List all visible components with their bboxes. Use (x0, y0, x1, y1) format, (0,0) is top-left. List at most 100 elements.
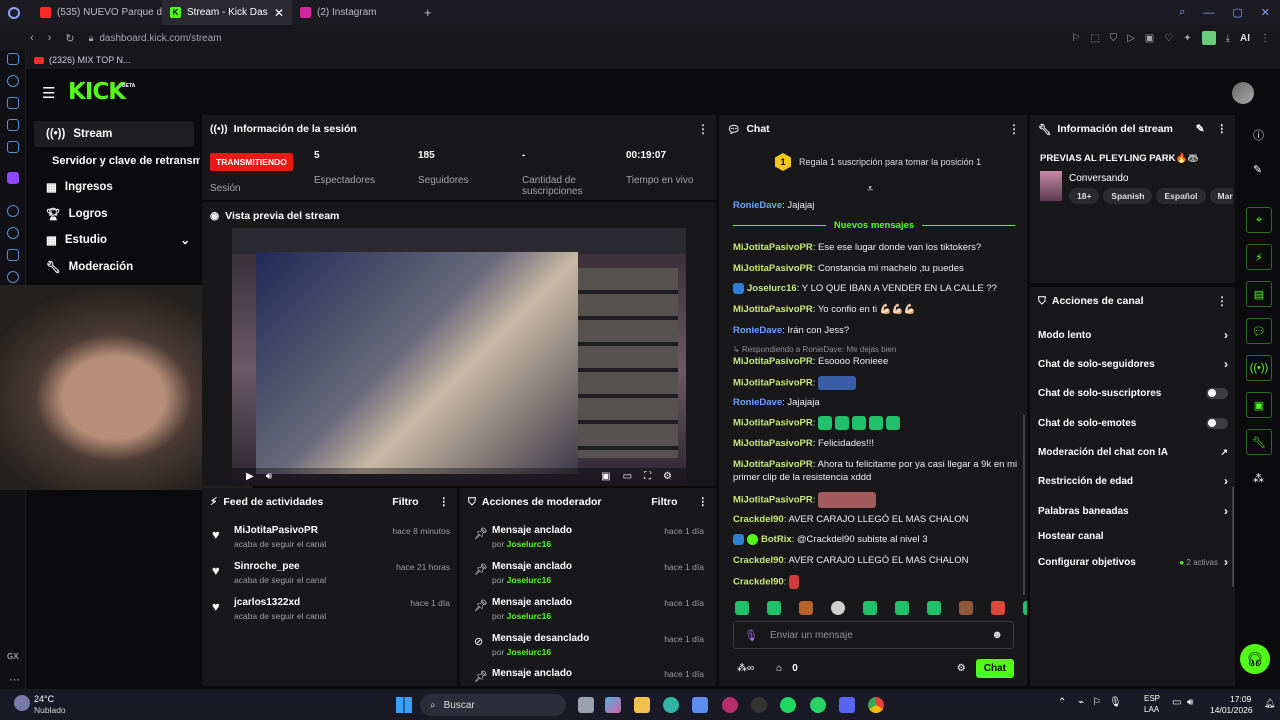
info-icon[interactable]: ⓘ (1253, 127, 1264, 143)
search-tabs-icon[interactable]: ⌕ (1179, 6, 1185, 19)
tab-youtube[interactable]: (535) NUEVO Parque de D (32, 0, 162, 25)
reload-icon[interactable]: ↻ (65, 32, 74, 45)
forward-icon[interactable]: › (48, 32, 52, 44)
action-age-restriction[interactable]: Restricción de edad › (1038, 468, 1228, 494)
tray-chevron-icon[interactable]: ⌃ (1058, 697, 1066, 708)
emote-icon[interactable] (863, 601, 877, 615)
action-followers-only[interactable]: Chat de solo-seguidores › (1038, 351, 1228, 377)
emote-icon[interactable] (799, 601, 813, 615)
extensions-icon[interactable]: ✦ (1183, 33, 1191, 44)
tag-pill[interactable]: 18+ (1069, 188, 1100, 204)
mail-icon[interactable] (7, 141, 19, 153)
clock-time[interactable]: 17:09 (1230, 694, 1251, 704)
shield-icon[interactable]: ⛉ (1110, 33, 1118, 44)
download-icon[interactable]: ⤓ (1226, 33, 1230, 44)
action-ai-moderation[interactable]: Moderación del chat con IA ↗ (1038, 439, 1228, 465)
edge-icon[interactable] (663, 697, 679, 713)
play-icon[interactable]: ▶ (246, 471, 254, 482)
close-window-icon[interactable]: ✕ (1261, 6, 1270, 19)
pencil-icon[interactable]: ✎ (1253, 163, 1262, 176)
chat-menu-icon[interactable]: ⋮ (1008, 122, 1020, 136)
profile-avatar[interactable] (1201, 31, 1216, 45)
whatsapp-icon[interactable] (810, 697, 826, 713)
notes-button[interactable]: ▤ (1246, 281, 1272, 307)
user-avatar[interactable] (1232, 82, 1254, 104)
new-tab-icon[interactable]: + (424, 5, 432, 20)
emote-icon[interactable] (1023, 601, 1027, 615)
bolt-button[interactable]: ⚡︎ (1246, 244, 1272, 270)
stream-info-menu-icon[interactable]: ⋮ (1217, 123, 1228, 135)
action-emotes-only[interactable]: Chat de solo-emotes (1038, 410, 1228, 436)
copilot-icon[interactable] (605, 697, 621, 713)
back-icon[interactable]: ‹ (30, 32, 34, 44)
tag-pill[interactable]: Marcel (1209, 188, 1233, 204)
spotify-icon[interactable] (780, 697, 796, 713)
bookmark-mix[interactable]: (2326) MIX TOP N... (49, 55, 131, 65)
language-code[interactable]: ESP (1144, 694, 1160, 703)
tools-button[interactable]: 🔧︎ (1246, 429, 1272, 455)
microphone-icon[interactable]: 🎙︎ (744, 629, 758, 642)
bag-icon[interactable] (7, 97, 19, 109)
feed-menu-icon[interactable]: ⋮ (439, 496, 450, 508)
play-circle-icon[interactable] (7, 205, 19, 217)
steam-icon[interactable] (751, 697, 767, 713)
action-configure-goals[interactable]: Configurar objetivos ● 2 activas › (1038, 549, 1228, 575)
sidebar-item-logros[interactable]: 🏆︎ Logros (34, 201, 194, 227)
fullscreen-icon[interactable]: ⛶ (644, 471, 651, 482)
screenshot-icon[interactable]: ⬚ (1090, 33, 1099, 44)
channel-actions-menu-icon[interactable]: ⋮ (1216, 294, 1228, 308)
collapse-icon[interactable]: ⩡ (867, 183, 873, 196)
broadcast-button[interactable]: ((•)) (1246, 355, 1272, 381)
clip-button[interactable]: ⌖ (1246, 207, 1272, 233)
tag-pill[interactable]: Español (1156, 188, 1206, 204)
file-explorer-icon[interactable] (634, 697, 650, 713)
mod-menu-icon[interactable]: ⋮ (698, 496, 709, 508)
emote-icon[interactable] (895, 601, 909, 615)
clock-date[interactable]: 14/01/2026 (1210, 705, 1253, 715)
clock-icon[interactable] (7, 227, 19, 239)
chat-input[interactable]: 🎙︎ Enviar un mensaje ☻ (733, 621, 1014, 649)
start-icon[interactable] (396, 697, 412, 713)
kick-logo[interactable]: KICK (68, 79, 126, 105)
session-menu-icon[interactable]: ⋮ (697, 122, 709, 136)
action-subscribers-only[interactable]: Chat de solo-suscriptores (1038, 380, 1228, 406)
emote-icon[interactable] (767, 601, 781, 615)
discord-icon[interactable] (839, 697, 855, 713)
chat-button[interactable]: 💬︎ (1246, 318, 1272, 344)
tag-pill[interactable]: Spanish (1103, 188, 1153, 204)
menu-icon[interactable]: ⋮ (1260, 33, 1270, 44)
sidebar-item-estudio[interactable]: ▦ Estudio ⌄ (34, 227, 194, 253)
category-name[interactable]: Conversando (1069, 173, 1128, 184)
cube-icon[interactable] (7, 249, 19, 261)
play-icon[interactable]: ▷ (1127, 33, 1135, 44)
help-button[interactable]: 🎧︎ (1240, 644, 1270, 674)
emotes-only-toggle[interactable] (1206, 417, 1228, 429)
volume-icon[interactable]: 🔊︎ (1187, 697, 1193, 708)
wallet-icon[interactable]: ▣ (1145, 33, 1154, 44)
ai-button[interactable]: AI (1240, 33, 1250, 44)
sidebar-item-moderacion[interactable]: 🔧︎ Moderación (34, 254, 194, 280)
action-host-channel[interactable]: Hostear canal (1038, 523, 1228, 549)
theater-icon[interactable]: ▭ (623, 471, 632, 482)
history-icon[interactable] (7, 75, 19, 87)
emote-icon[interactable] (959, 601, 973, 615)
action-slow-mode[interactable]: Modo lento › (1038, 322, 1228, 348)
notification-bell-icon[interactable]: 🔔︎ (1264, 698, 1275, 709)
hamburger-icon[interactable]: ☰ (42, 84, 55, 102)
settings-icon[interactable] (7, 271, 19, 283)
network-icon[interactable]: ▭ (1172, 697, 1181, 708)
tab-kick-dashboard[interactable]: K Stream - Kick Dashbo ✕ (162, 0, 292, 25)
mod-filter-button[interactable]: Filtro (651, 496, 677, 508)
edit-icon[interactable]: ✎ (1196, 123, 1205, 135)
chat-send-button[interactable]: Chat (975, 658, 1014, 678)
heart-icon[interactable]: ♡ (1164, 33, 1173, 44)
tab-instagram[interactable]: (2) Instagram (292, 0, 422, 25)
chrome-icon[interactable] (868, 697, 884, 713)
sidebar-item-stream[interactable]: ((•)) Stream (34, 121, 194, 147)
pip-icon[interactable]: ▣ (601, 471, 610, 482)
sidebar-item-ingresos[interactable]: ▦ Ingresos (34, 174, 194, 200)
volume-icon[interactable]: 🔊︎ (266, 471, 272, 482)
layout-button[interactable]: ▣ (1246, 392, 1272, 418)
pinned-gift-banner[interactable]: 1 Regala 1 suscripción para tomar la pos… (775, 153, 981, 171)
action-banned-words[interactable]: Palabras baneadas › (1038, 498, 1228, 524)
